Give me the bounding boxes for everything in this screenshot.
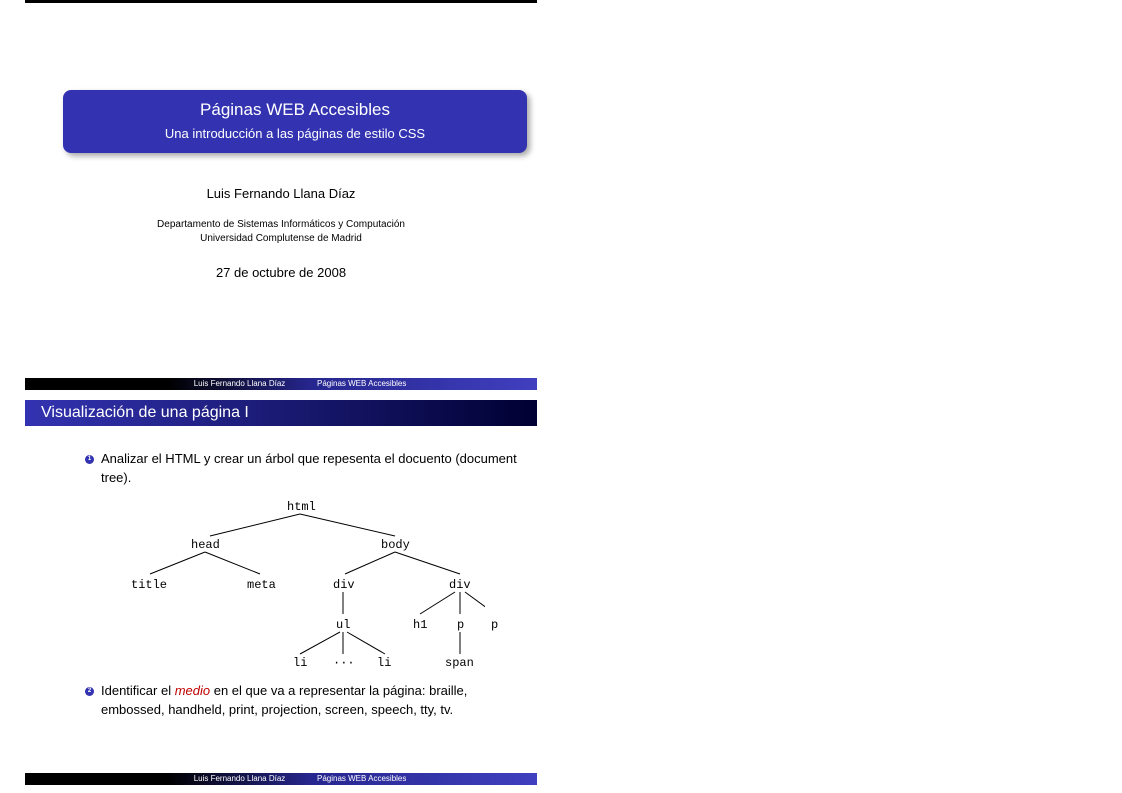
bullet-number-1: 1	[85, 455, 94, 464]
dept-line-1: Departamento de Sistemas Informáticos y …	[157, 219, 405, 230]
slide-footer: Luis Fernando Llana Díaz Páginas WEB Acc…	[25, 378, 537, 390]
item-2-medio: medio	[175, 683, 210, 698]
slide-heading: Visualización de una página I	[25, 400, 537, 426]
tree-node-h1: h1	[413, 618, 427, 632]
tree-node-div-2: div	[449, 578, 471, 592]
slide-footer: Luis Fernando Llana Díaz Páginas WEB Acc…	[25, 773, 537, 785]
tree-node-dots: ···	[333, 656, 355, 670]
item-1-text: Analizar el HTML y crear un árbol que re…	[101, 451, 517, 485]
footer-segment-left	[25, 773, 168, 785]
tree-node-title: title	[131, 578, 167, 592]
slide-body: 1 Analizar el HTML y crear un árbol que …	[85, 450, 517, 725]
tree-node-li-2: li	[377, 656, 391, 670]
tree-node-p-2: p	[491, 618, 498, 632]
tree-node-head: head	[191, 538, 220, 552]
tree-node-body: body	[381, 538, 410, 552]
title-block: Páginas WEB Accesibles Una introducción …	[63, 90, 527, 153]
footer-title: Páginas WEB Accesibles	[311, 378, 537, 390]
tree-node-li-1: li	[293, 656, 307, 670]
content-slide: Visualización de una página I 1 Analizar…	[25, 390, 537, 785]
department: Departamento de Sistemas Informáticos y …	[25, 218, 537, 245]
tree-node-p-1: p	[457, 618, 464, 632]
tree-node-ul: ul	[336, 618, 350, 632]
presentation-title: Páginas WEB Accesibles	[77, 100, 513, 120]
tree-node-div-1: div	[333, 578, 355, 592]
bullet-number-2: 2	[85, 687, 94, 696]
presentation-date: 27 de octubre de 2008	[25, 265, 537, 280]
presentation-subtitle: Una introducción a las páginas de estilo…	[77, 126, 513, 141]
dept-line-2: Universidad Complutense de Madrid	[200, 233, 362, 244]
tree-node-meta: meta	[247, 578, 276, 592]
title-slide: Páginas WEB Accesibles Una introducción …	[25, 0, 537, 390]
footer-author: Luis Fernando Llana Díaz	[168, 773, 311, 785]
document-tree-diagram: html head body title meta div div ul h1 …	[75, 494, 485, 674]
tree-node-span: span	[445, 656, 474, 670]
footer-title: Páginas WEB Accesibles	[311, 773, 537, 785]
footer-segment-left	[25, 378, 168, 390]
footer-author: Luis Fernando Llana Díaz	[168, 378, 311, 390]
list-item-2: 2 Identificar el medio en el que va a re…	[85, 682, 517, 720]
list-item-1: 1 Analizar el HTML y crear un árbol que …	[85, 450, 517, 488]
tree-node-html: html	[287, 500, 316, 514]
item-2-prefix: Identificar el	[101, 683, 175, 698]
author-name: Luis Fernando Llana Díaz	[25, 186, 537, 201]
